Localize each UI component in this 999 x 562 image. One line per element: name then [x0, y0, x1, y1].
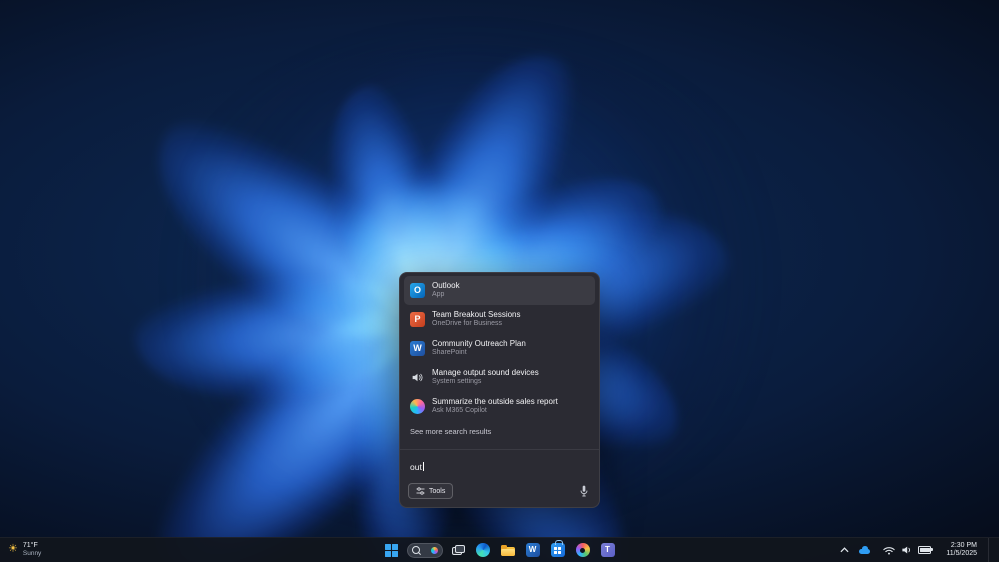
result-title: Community Outreach Plan [432, 339, 526, 349]
result-subtitle: Ask M365 Copilot [432, 407, 487, 415]
clock-time: 2:30 PM [950, 541, 977, 549]
photos-icon [575, 543, 590, 557]
store-button[interactable] [548, 540, 568, 560]
tools-button-label: Tools [429, 487, 446, 495]
tray-chevron-up-icon[interactable] [838, 543, 851, 557]
taskbar-search-box[interactable] [406, 542, 443, 558]
start-button[interactable] [382, 540, 402, 560]
search-results-list: O Outlook App P Team Breakout Sessions O… [400, 273, 599, 421]
result-subtitle: App [432, 291, 445, 299]
battery-icon [918, 543, 933, 557]
edge-button[interactable] [473, 540, 493, 560]
search-result-copilot-summarize[interactable]: Summarize the outside sales report Ask M… [404, 392, 595, 421]
volume-icon [900, 543, 913, 557]
outlook-app-icon: O [410, 283, 425, 298]
teams-icon: T [600, 543, 615, 557]
edge-icon [475, 543, 490, 557]
word-icon: W [525, 543, 540, 557]
microphone-icon[interactable] [579, 485, 589, 497]
copilot-icon [410, 399, 425, 414]
taskbar-clock[interactable]: 2:30 PM 11/5/2025 [942, 541, 981, 560]
weather-temperature: 71°F [22, 542, 38, 550]
show-desktop-button[interactable] [988, 538, 993, 562]
sliders-icon [416, 487, 425, 495]
word-file-icon: W [410, 341, 425, 356]
result-subtitle: SharePoint [432, 349, 467, 357]
text-caret [422, 462, 424, 471]
photos-button[interactable] [573, 540, 593, 560]
teams-button[interactable]: T [598, 540, 618, 560]
result-subtitle: System settings [432, 378, 482, 386]
weather-condition: Sunny [22, 550, 42, 558]
file-explorer-button[interactable] [498, 540, 518, 560]
weather-widget[interactable]: ☀ 71°F Sunny [0, 542, 41, 558]
search-icon [411, 546, 420, 554]
store-icon [550, 540, 565, 557]
search-result-community-outreach[interactable]: W Community Outreach Plan SharePoint [404, 334, 595, 363]
system-tray: 2:30 PM 11/5/2025 [838, 538, 999, 562]
tools-button[interactable]: Tools [408, 483, 454, 499]
result-title: Summarize the outside sales report [432, 397, 558, 407]
search-result-output-sound[interactable]: Manage output sound devices System setti… [404, 363, 595, 392]
quick-settings-group[interactable] [878, 541, 935, 559]
search-flyout-panel: O Outlook App P Team Breakout Sessions O… [399, 272, 600, 508]
result-title: Team Breakout Sessions [432, 310, 521, 320]
search-highlight-icon [430, 546, 438, 554]
task-view-button[interactable] [448, 540, 468, 560]
search-panel-footer: Tools [400, 479, 599, 507]
search-query-text: out [410, 462, 422, 472]
sun-icon: ☀ [8, 543, 18, 556]
clock-date: 11/5/2025 [946, 550, 977, 557]
result-title: Manage output sound devices [432, 368, 539, 378]
onedrive-icon[interactable] [858, 543, 871, 557]
search-input[interactable]: out [400, 449, 599, 479]
task-view-icon [451, 545, 465, 555]
taskbar-center-icons: W T [382, 538, 618, 562]
windows-logo-icon [385, 543, 398, 557]
folder-icon [500, 544, 515, 556]
taskbar: ☀ 71°F Sunny W T 2:30 PM 11/5/2025 [0, 537, 999, 562]
result-subtitle: OneDrive for Business [432, 320, 503, 328]
see-more-search-results-link[interactable]: See more search results [400, 421, 599, 441]
search-result-outlook[interactable]: O Outlook App [404, 276, 595, 305]
speaker-icon [410, 370, 425, 385]
result-title: Outlook [432, 281, 460, 291]
powerpoint-file-icon: P [410, 312, 425, 327]
word-button[interactable]: W [523, 540, 543, 560]
search-result-team-breakout[interactable]: P Team Breakout Sessions OneDrive for Bu… [404, 305, 595, 334]
wifi-icon [882, 543, 895, 557]
